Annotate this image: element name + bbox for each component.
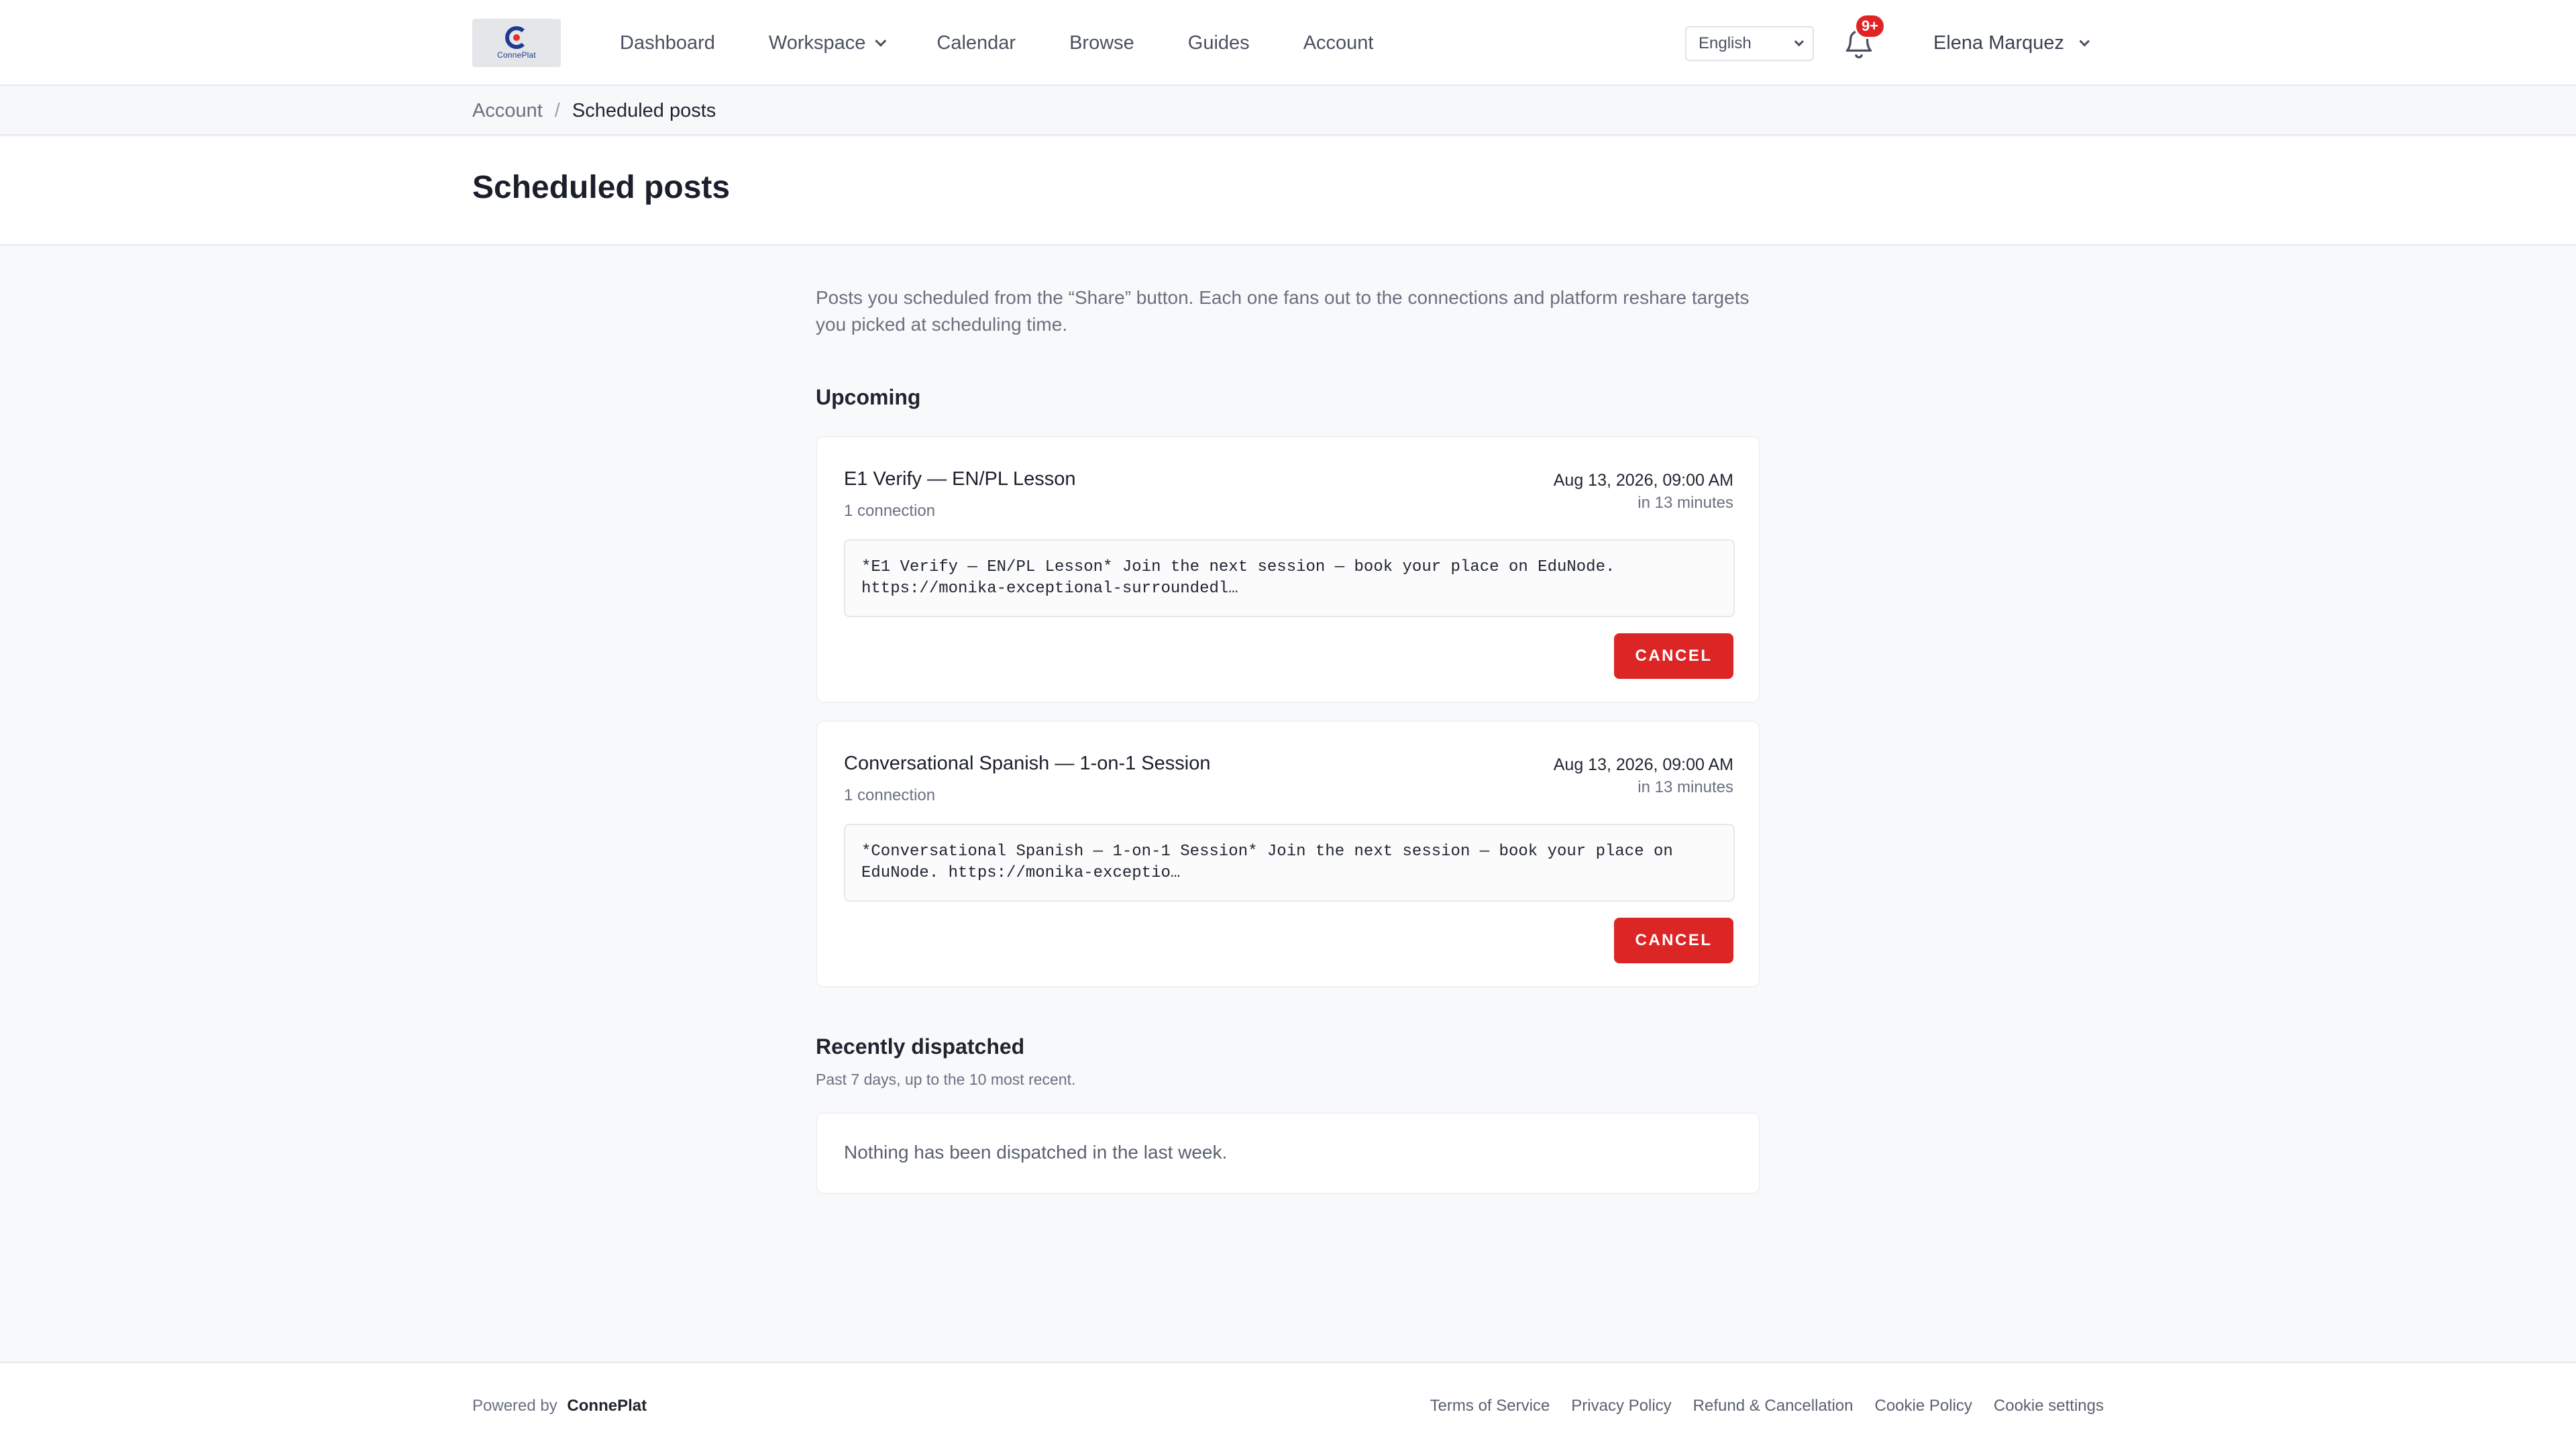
footer-link-refund[interactable]: Refund & Cancellation [1693, 1397, 1854, 1415]
footer-link-privacy[interactable]: Privacy Policy [1571, 1397, 1671, 1415]
page-intro: Posts you scheduled from the “Share” but… [816, 287, 1750, 335]
post-scheduled-date: Aug 13, 2026, 09:00 AM [1553, 471, 1733, 490]
user-name: Elena Marquez [1933, 32, 2065, 54]
nav-workspace[interactable]: Workspace [768, 32, 887, 54]
chevron-down-icon [2079, 36, 2090, 46]
post-body-preview: *E1 Verify — EN/PL Lesson* Join the next… [844, 539, 1735, 617]
nav-browse[interactable]: Browse [1069, 32, 1134, 54]
nav-label: Workspace [768, 32, 866, 54]
scheduled-post-card: Conversational Spanish — 1-on-1 Session … [816, 720, 1760, 987]
main-nav: Dashboard Workspace Calendar Browse Guid… [620, 0, 1427, 86]
breadcrumb: Account / Scheduled posts [0, 87, 2576, 136]
powered-by: Powered by ConnePlat [472, 1397, 647, 1415]
nav-guides[interactable]: Guides [1188, 32, 1250, 54]
post-connections: 1 connection [844, 786, 936, 804]
footer-links: Terms of Service Privacy Policy Refund &… [1409, 1397, 2104, 1415]
dispatched-empty-card: Nothing has been dispatched in the last … [816, 1112, 1760, 1194]
nav-account[interactable]: Account [1303, 32, 1374, 54]
top-navbar: ConnePlat Dashboard Workspace Calendar B… [0, 0, 2576, 86]
dispatched-subtitle: Past 7 days, up to the 10 most recent. [816, 1071, 1076, 1088]
nav-calendar[interactable]: Calendar [936, 32, 1016, 54]
powered-by-label: Powered by [472, 1397, 557, 1415]
cancel-button[interactable]: CANCEL [1614, 633, 1733, 679]
post-relative-time: in 13 minutes [1638, 494, 1733, 512]
post-connections: 1 connection [844, 502, 936, 520]
language-select[interactable]: English [1685, 26, 1814, 61]
breadcrumb-account-link[interactable]: Account [472, 100, 543, 122]
footer-link-cookie-policy[interactable]: Cookie Policy [1875, 1397, 1972, 1415]
upcoming-section-title: Upcoming [816, 385, 921, 409]
cancel-button[interactable]: CANCEL [1614, 918, 1733, 963]
footer: Powered by ConnePlat Terms of Service Pr… [0, 1362, 2576, 1449]
nav-label: Browse [1069, 32, 1134, 54]
post-body-preview: *Conversational Spanish — 1-on-1 Session… [844, 824, 1735, 902]
logo-icon [505, 26, 528, 49]
notification-count-badge: 9+ [1854, 13, 1886, 39]
nav-label: Calendar [936, 32, 1016, 54]
page-header: Scheduled posts [0, 137, 2576, 246]
chevron-down-icon [1794, 37, 1804, 47]
footer-link-terms[interactable]: Terms of Service [1430, 1397, 1550, 1415]
breadcrumb-current: Scheduled posts [572, 99, 716, 121]
post-title: E1 Verify — EN/PL Lesson [844, 468, 1076, 490]
chevron-down-icon [875, 35, 887, 47]
nav-label: Account [1303, 32, 1374, 54]
logo-text: ConnePlat [497, 50, 536, 60]
empty-state-text: Nothing has been dispatched in the last … [844, 1142, 1228, 1163]
breadcrumb-separator: / [554, 99, 560, 121]
nav-label: Dashboard [620, 32, 715, 54]
post-scheduled-date: Aug 13, 2026, 09:00 AM [1553, 755, 1733, 774]
footer-link-cookie-settings[interactable]: Cookie settings [1994, 1397, 2104, 1415]
page-title: Scheduled posts [472, 170, 731, 205]
scheduled-post-card: E1 Verify — EN/PL Lesson 1 connection Au… [816, 436, 1760, 703]
post-relative-time: in 13 minutes [1638, 778, 1733, 796]
language-value: English [1699, 34, 1752, 52]
dispatched-section-title: Recently dispatched [816, 1034, 1025, 1059]
nav-dashboard[interactable]: Dashboard [620, 32, 715, 54]
nav-label: Guides [1187, 32, 1250, 54]
brand-logo[interactable]: ConnePlat [472, 19, 561, 67]
powered-by-brand-link[interactable]: ConnePlat [567, 1397, 647, 1415]
user-menu[interactable]: Elena Marquez [1933, 0, 2090, 86]
post-title: Conversational Spanish — 1-on-1 Session [844, 753, 1211, 774]
